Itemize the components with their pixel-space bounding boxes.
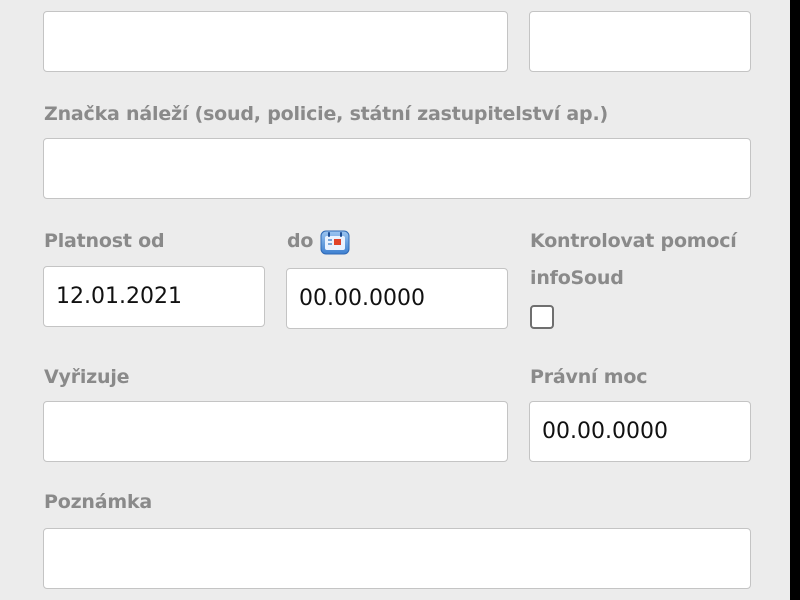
poznamka-label: Poznámka	[44, 491, 153, 513]
znacka-nalezi-field[interactable]	[43, 138, 751, 199]
calendar-icon[interactable]	[320, 229, 350, 255]
platnost-do-field[interactable]	[286, 268, 508, 329]
kontrolovat-checkbox[interactable]	[530, 305, 554, 329]
form-panel: Značka náleží (soud, policie, státní zas…	[0, 0, 790, 600]
znacka-nalezi-label: Značka náleží (soud, policie, státní zas…	[44, 103, 608, 125]
vyrizuje-field[interactable]	[43, 401, 508, 462]
window-edge	[790, 0, 800, 600]
platnost-od-field[interactable]	[43, 266, 265, 327]
platnost-do-label: do	[287, 230, 314, 252]
top-right-field[interactable]	[529, 11, 751, 72]
kontrolovat-label-line1: Kontrolovat pomocí	[530, 230, 737, 252]
pravni-moc-label: Právní moc	[530, 366, 648, 388]
kontrolovat-label-line2: infoSoud	[530, 267, 624, 289]
top-left-field[interactable]	[43, 11, 508, 72]
pravni-moc-field[interactable]	[529, 401, 751, 462]
platnost-od-label: Platnost od	[44, 230, 165, 252]
vyrizuje-label: Vyřizuje	[44, 366, 130, 388]
poznamka-field[interactable]	[43, 528, 751, 589]
